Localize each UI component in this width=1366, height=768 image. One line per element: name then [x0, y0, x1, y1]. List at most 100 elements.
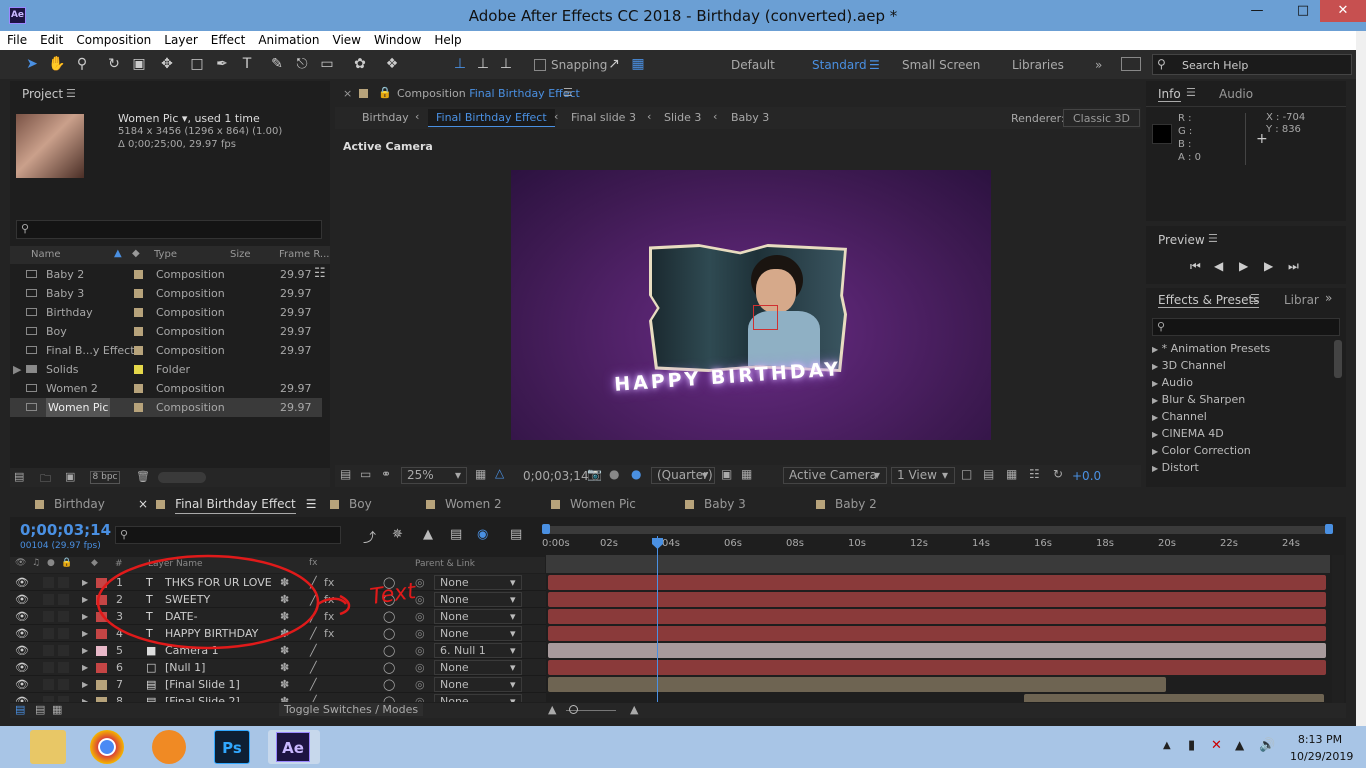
in-out-icon[interactable]: ▦	[52, 703, 62, 716]
view-layout-dropdown[interactable]: 1 View ▾	[891, 467, 955, 484]
timeline-tab[interactable]: × Final Birthday Effect ☰	[138, 497, 317, 514]
flowchart-icon[interactable]: ☷	[1029, 467, 1040, 481]
layer-duration-bar[interactable]	[548, 626, 1326, 641]
world-axis-icon[interactable]: ⊥	[473, 54, 493, 74]
toggle-pixel-aspect-icon[interactable]: □	[961, 467, 972, 481]
sort-ascending-icon[interactable]: ▲	[114, 248, 122, 259]
monitor-icon[interactable]: ▭	[360, 467, 371, 481]
effects-scrollbar[interactable]	[1334, 340, 1342, 378]
crumb-baby-3[interactable]: Baby 3	[731, 111, 769, 124]
battery-icon[interactable]: ▮	[1188, 738, 1195, 753]
timeline-timecode[interactable]: 0;00;03;14	[20, 521, 111, 539]
trash-icon[interactable]: 🗑	[136, 470, 150, 483]
effects-presets-tab[interactable]: Effects & Presets	[1158, 293, 1260, 308]
layer-duration-bar[interactable]	[548, 643, 1326, 658]
timeline-tab[interactable]: Baby 2	[816, 497, 877, 511]
preview-menu-icon[interactable]: ☰	[1208, 232, 1218, 245]
snapshot-icon[interactable]: 📷	[587, 467, 602, 481]
signal-icon[interactable]: ▲	[1235, 738, 1244, 752]
play-icon[interactable]: ▶	[1239, 259, 1248, 273]
local-axis-icon[interactable]: ⊥	[450, 54, 470, 74]
rectangle-tool-icon[interactable]: □	[187, 54, 207, 74]
timeline-tab[interactable]: Women 2	[426, 497, 502, 511]
workspace-default[interactable]: Default	[731, 58, 775, 72]
column-type[interactable]: Type	[154, 249, 177, 260]
close-tab-icon[interactable]: ×	[343, 87, 352, 100]
workspace-libraries[interactable]: Libraries	[1012, 58, 1064, 72]
show-hidden-icons[interactable]: ▲	[1163, 740, 1171, 751]
project-item[interactable]: Women 2 Composition 29.97	[10, 379, 322, 398]
resolution-dropdown[interactable]: (Quarter) ▾	[651, 467, 715, 484]
timeline-tab[interactable]: Boy	[330, 497, 372, 511]
timeline-search-input[interactable]: ⚲	[115, 526, 341, 544]
fast-previews-icon[interactable]: ▤	[983, 467, 994, 481]
zoom-dropdown[interactable]: 25% ▾	[401, 467, 467, 484]
label-column-icon[interactable]: ◆	[132, 248, 140, 259]
view-axis-icon[interactable]: ⊥	[496, 54, 516, 74]
last-frame-icon[interactable]: ⏭	[1288, 259, 1299, 274]
frame-blending-icon[interactable]: ▤	[450, 527, 462, 542]
project-item[interactable]: Final B...y Effect Composition 29.97	[10, 341, 322, 360]
window-scrollbar[interactable]	[1356, 31, 1366, 768]
flowchart-icon[interactable]: ☷	[314, 266, 326, 281]
vr-icon[interactable]: ⚭	[381, 467, 391, 481]
menu-composition[interactable]: Composition	[69, 31, 157, 47]
mask-visibility-icon[interactable]: △	[495, 466, 504, 480]
project-menu-icon[interactable]: ☰	[66, 87, 76, 100]
new-composition-icon[interactable]: ▣	[65, 470, 75, 483]
column-size[interactable]: Size	[230, 249, 251, 260]
crumb-final-birthday-effect[interactable]: Final Birthday Effect	[428, 109, 555, 127]
project-item[interactable]: Boy Composition 29.97	[10, 322, 322, 341]
clock-date[interactable]: 10/29/2019	[1290, 750, 1353, 763]
photoshop-icon[interactable]: Ps	[214, 730, 250, 764]
layer-duration-bar[interactable]	[548, 609, 1326, 624]
motion-blur-icon[interactable]: ◉	[477, 527, 488, 542]
hide-shy-layers-icon[interactable]: ▲	[423, 527, 433, 542]
selection-tool-icon[interactable]: ➤	[22, 54, 42, 74]
project-item[interactable]: Baby 2 Composition 29.97	[10, 265, 322, 284]
always-preview-icon[interactable]: ▤	[340, 467, 351, 481]
composition-mini-flowchart-icon[interactable]: ⤴	[363, 527, 376, 546]
effects-category[interactable]: ▶ Color Correction	[1152, 442, 1251, 459]
timeline-tab[interactable]: Baby 3	[685, 497, 746, 511]
new-folder-icon[interactable]: 🗀	[40, 470, 51, 489]
layer-duration-bar[interactable]	[548, 592, 1326, 607]
reset-exposure-icon[interactable]: ↻	[1053, 467, 1063, 481]
layer-duration-bar[interactable]	[1024, 694, 1324, 702]
effects-menu-icon[interactable]: ☰	[1250, 292, 1260, 305]
workspace-small-screen[interactable]: Small Screen	[902, 58, 980, 72]
effects-category[interactable]: ▶ 3D Channel	[1152, 357, 1226, 374]
timeline-tab[interactable]: Birthday	[35, 497, 105, 511]
composition-viewer[interactable]: HAPPY BIRTHDAY	[511, 170, 991, 440]
transfer-controls-icon[interactable]: ▤	[35, 703, 45, 716]
project-item[interactable]: Baby 3 Composition 29.97	[10, 284, 322, 303]
zoom-slider-thumb[interactable]	[569, 705, 578, 714]
roto-brush-tool-icon[interactable]: ✿	[350, 54, 370, 74]
uc-browser-icon[interactable]	[152, 730, 186, 764]
clone-stamp-tool-icon[interactable]: ⎋	[292, 54, 312, 74]
pen-tool-icon[interactable]: ✒	[212, 54, 232, 74]
menu-edit[interactable]: Edit	[33, 31, 69, 47]
zoom-out-icon[interactable]: ▲	[548, 703, 556, 716]
menu-effect[interactable]: Effect	[204, 31, 252, 47]
interpret-footage-icon[interactable]: ▤	[14, 470, 24, 483]
menu-help[interactable]: Help	[427, 31, 467, 47]
timeline-icon[interactable]: ▦	[1006, 467, 1017, 481]
effects-category[interactable]: ▶ * Animation Presets	[1152, 340, 1270, 357]
hand-tool-icon[interactable]: ✋	[47, 54, 67, 74]
column-name[interactable]: Name	[31, 249, 61, 260]
minimize-button[interactable]: —	[1234, 0, 1280, 22]
work-area-end-handle[interactable]	[1325, 524, 1333, 534]
layer-row[interactable]: 👁 ▶ 7 ▤ [Final Slide 1] ✽ ╱ ◯ ◎ None ▾	[10, 676, 546, 693]
time-ruler[interactable]: 0:00s 02s 04s 06s 08s 10s 12s 14s 16s 18s 20s 22s 24…	[542, 536, 1330, 554]
comp-menu-icon[interactable]: ☰	[563, 86, 573, 99]
camera-tool-icon[interactable]: ▣	[129, 54, 149, 74]
column-frame-rate[interactable]: Frame R...	[279, 249, 329, 260]
eraser-tool-icon[interactable]: ▭	[317, 54, 337, 74]
previous-frame-icon[interactable]: ◀	[1214, 259, 1223, 273]
region-of-interest-icon[interactable]: ▣	[721, 467, 732, 481]
pan-behind-tool-icon[interactable]: ✥	[157, 54, 177, 74]
timeline-tab[interactable]: Women Pic	[551, 497, 636, 511]
libraries-tab[interactable]: Librar	[1284, 293, 1319, 307]
graph-editor-icon[interactable]: ▤	[510, 527, 522, 542]
